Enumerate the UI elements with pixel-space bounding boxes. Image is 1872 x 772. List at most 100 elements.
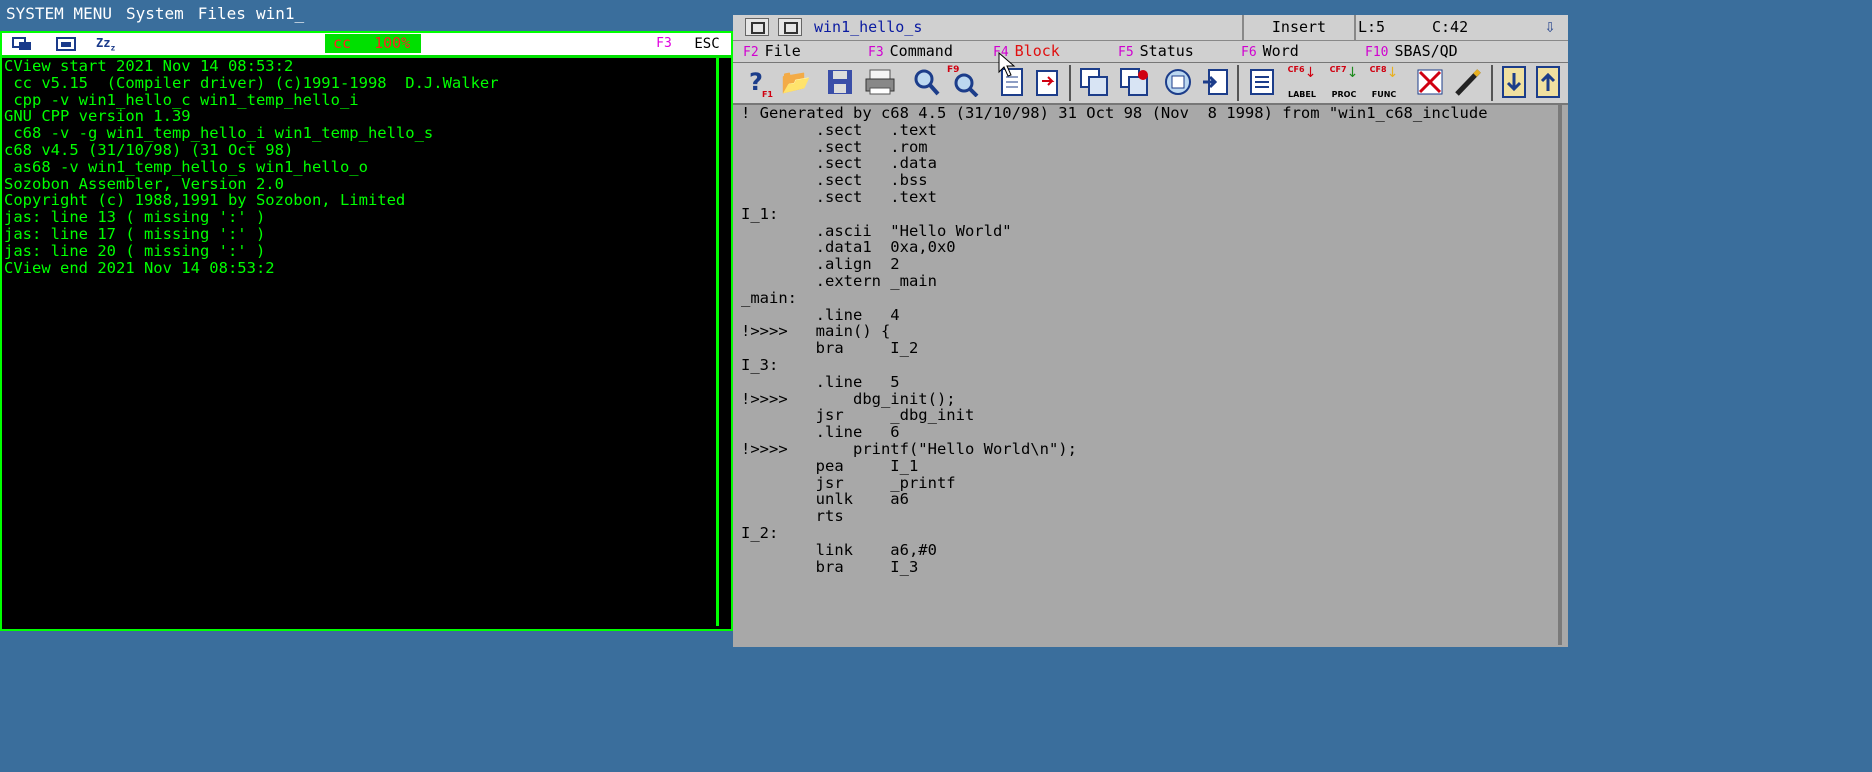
toolbar-divider bbox=[1491, 65, 1493, 101]
terminal-line: as68 -v win1_temp_hello_s win1_hello_o bbox=[4, 157, 368, 176]
terminal-line: CView start 2021 Nov 14 08:53:2 bbox=[4, 58, 294, 75]
label-text: LABEL bbox=[1288, 90, 1316, 99]
arrow-down-icon[interactable]: ⇩ bbox=[1538, 17, 1562, 37]
fkey-label: F5 bbox=[1118, 45, 1134, 60]
print-icon[interactable] bbox=[863, 65, 897, 99]
sleep-icon[interactable]: Zzz bbox=[96, 36, 124, 52]
source-line: unlk a6 bbox=[741, 490, 909, 509]
system-menu-item[interactable]: System bbox=[126, 4, 184, 23]
editor-scrollbar[interactable] bbox=[1558, 105, 1562, 645]
files-menu-item[interactable]: Files bbox=[198, 4, 246, 23]
terminal-line: c68 v4.5 (31/10/98) (31 Oct 98) bbox=[4, 140, 294, 159]
help-icon[interactable]: ? F1 bbox=[739, 65, 773, 99]
source-line: _main: bbox=[741, 288, 797, 307]
search-icon[interactable] bbox=[909, 65, 943, 99]
terminal-line: jas: line 13 ( missing ':' ) bbox=[4, 208, 266, 227]
source-line: I_1: bbox=[741, 204, 779, 223]
source-line: .line 6 bbox=[741, 423, 900, 442]
system-menu-bar: SYSTEM MENU System Files win1_ bbox=[0, 0, 732, 30]
toolbar-divider bbox=[1237, 65, 1239, 101]
editor-window: win1_hello_s Insert L:5 C:42 ⇩ F2 File F3… bbox=[733, 15, 1568, 647]
menu-label: Word bbox=[1262, 42, 1299, 60]
list-icon[interactable] bbox=[1245, 65, 1279, 99]
terminal-line: CView end 2021 Nov 14 08:53:2 bbox=[4, 258, 275, 277]
goto-proc-icon[interactable]: CF7 ↓ PROC bbox=[1327, 65, 1361, 99]
fkey-label: F6 bbox=[1241, 45, 1257, 60]
column-indicator: C:42 bbox=[1432, 18, 1469, 36]
copy-block-icon[interactable] bbox=[1077, 65, 1111, 99]
terminal-line: Sozobon Assembler, Version 2.0 bbox=[4, 174, 284, 193]
terminal-output: CView start 2021 Nov 14 08:53:2 cc v5.15… bbox=[4, 58, 716, 626]
terminal-line: jas: line 20 ( missing ':' ) bbox=[4, 241, 266, 260]
save-icon[interactable] bbox=[823, 65, 857, 99]
source-line: .ascii "Hello World" bbox=[741, 221, 1012, 240]
source-line: .line 5 bbox=[741, 372, 900, 391]
scroll-up-icon[interactable] bbox=[1531, 65, 1565, 99]
menu-command[interactable]: F3 Command bbox=[868, 41, 953, 63]
goto-icon[interactable] bbox=[1199, 65, 1233, 99]
find-next-icon[interactable]: F9 bbox=[947, 65, 981, 99]
editor-toolbar: ? F1 📂 F9 CF6 ↓ LABEL CF7 ↓ PROC CF8 ↓ F… bbox=[733, 63, 1568, 105]
editor-title-bar: win1_hello_s Insert L:5 C:42 ⇩ bbox=[733, 15, 1568, 41]
menu-file[interactable]: F2 File bbox=[743, 41, 801, 63]
clipboard-icon[interactable] bbox=[1161, 65, 1195, 99]
zoom-percent: 100% bbox=[374, 34, 411, 52]
source-line: .sect .data bbox=[741, 154, 937, 173]
menu-label: File bbox=[764, 42, 801, 60]
menu-word[interactable]: F6 Word bbox=[1241, 41, 1299, 63]
line-indicator: L:5 bbox=[1358, 18, 1386, 36]
source-editor-text[interactable]: ! Generated by c68 4.5 (31/10/98) 31 Oct… bbox=[741, 105, 1553, 645]
paste-block-icon[interactable] bbox=[1117, 65, 1151, 99]
source-line: !>>>> printf("Hello World\n"); bbox=[741, 439, 1077, 458]
window-move-icon[interactable] bbox=[56, 36, 78, 51]
insert-mode-indicator[interactable]: Insert bbox=[1242, 15, 1356, 40]
fkey-label: F2 bbox=[743, 45, 759, 60]
label-key: CF6 bbox=[1287, 65, 1305, 74]
menu-sbas-qd[interactable]: F10 SBAS/QD bbox=[1365, 41, 1458, 63]
terminal-line: cc v5.15 (Compiler driver) (c)1991-1998 … bbox=[4, 73, 499, 92]
terminal-line: Copyright (c) 1988,1991 by Sozobon, Limi… bbox=[4, 191, 406, 210]
source-line: .sect .text bbox=[741, 120, 937, 139]
file-name: win1_hello_s bbox=[814, 18, 923, 36]
system-menu-label[interactable]: SYSTEM MENU bbox=[6, 4, 112, 23]
menu-status[interactable]: F5 Status bbox=[1118, 41, 1194, 63]
terminal-line: jas: line 17 ( missing ':' ) bbox=[4, 224, 266, 243]
command-name: cc bbox=[333, 34, 352, 52]
toolbar-divider bbox=[1069, 65, 1071, 101]
menu-label: Command bbox=[889, 42, 953, 60]
scroll-down-icon[interactable] bbox=[1497, 65, 1531, 99]
source-line: I_3: bbox=[741, 355, 779, 374]
terminal-line: c68 -v -g win1_temp_hello_i win1_temp_he… bbox=[4, 124, 434, 143]
menu-label: Block bbox=[1014, 42, 1060, 60]
escape-button[interactable]: ESC bbox=[686, 34, 728, 54]
window-move-icon[interactable] bbox=[778, 18, 802, 36]
source-line: jsr _dbg_init bbox=[741, 406, 975, 425]
source-line: .line 4 bbox=[741, 305, 900, 324]
pen-icon[interactable] bbox=[1451, 65, 1485, 99]
source-line: .extern _main bbox=[741, 271, 937, 290]
terminal-line: GNU CPP version 1.39 bbox=[4, 107, 191, 126]
menu-label: Status bbox=[1139, 42, 1194, 60]
source-line: .data1 0xa,0x0 bbox=[741, 238, 956, 257]
source-line: .sect .rom bbox=[741, 137, 928, 156]
window-resize-icon[interactable] bbox=[12, 36, 34, 50]
source-line: .sect .text bbox=[741, 187, 937, 206]
proc-key: CF7 bbox=[1329, 65, 1347, 74]
source-line: I_2: bbox=[741, 523, 779, 542]
delete-tab-icon[interactable] bbox=[1413, 65, 1447, 99]
source-line: link a6,#0 bbox=[741, 540, 937, 559]
source-line: .sect .bss bbox=[741, 171, 928, 190]
goto-label-icon[interactable]: CF6 ↓ LABEL bbox=[1285, 65, 1319, 99]
output-window-toolbar: Zzz cc 100% F3 ESC bbox=[2, 33, 731, 58]
terminal-line: cpp -v win1_hello_c win1_temp_hello_i bbox=[4, 90, 359, 109]
window-resize-icon[interactable] bbox=[745, 18, 769, 36]
open-folder-icon[interactable]: 📂 bbox=[779, 65, 813, 99]
f3-button[interactable]: F3 bbox=[646, 35, 682, 53]
scrollbar[interactable] bbox=[716, 58, 719, 626]
proc-text: PROC bbox=[1331, 90, 1357, 99]
goto-func-icon[interactable]: CF8 ↓ FUNC bbox=[1367, 65, 1401, 99]
source-line: pea I_1 bbox=[741, 456, 919, 475]
insert-file-icon[interactable] bbox=[1031, 65, 1065, 99]
menu-label: SBAS/QD bbox=[1394, 42, 1458, 60]
help-key: F1 bbox=[761, 90, 773, 99]
